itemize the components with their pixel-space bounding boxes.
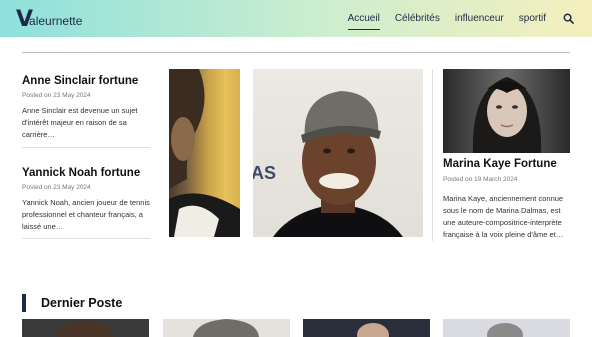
nav-item-celebrites[interactable]: Célébrités: [395, 13, 440, 24]
content-divider: [22, 52, 570, 53]
post-image-marina-kaye[interactable]: [443, 69, 570, 153]
post-card[interactable]: Anne Sinclair fortune Posted on 23 May 2…: [22, 74, 150, 141]
post-date: Posted on 23 May 2024: [22, 184, 91, 191]
thumbnail-illustration: [57, 321, 113, 337]
latest-post-thumbnail[interactable]: [163, 319, 290, 337]
post-excerpt: Anne Sinclair est devenue un sujet d'int…: [22, 106, 138, 139]
post-image-anne-sinclair[interactable]: [169, 69, 240, 237]
post-image-yannick-noah[interactable]: AS: [253, 69, 423, 237]
thumbnail-illustration: [193, 319, 259, 337]
post-card[interactable]: Yannick Noah fortune Posted on 23 May 20…: [22, 166, 150, 233]
featured-post-excerpt: Marina Kaye, anciennement connue sous le…: [443, 194, 564, 239]
backdrop-text: AS: [253, 163, 276, 183]
featured-post[interactable]: Marina Kaye Fortune Posted on 19 March 2…: [443, 158, 573, 241]
post-title[interactable]: Yannick Noah fortune: [22, 166, 150, 180]
portrait-illustration: [472, 77, 542, 153]
column-divider: [432, 69, 433, 241]
nav-item-accueil[interactable]: Accueil: [347, 13, 381, 30]
logo-text: aleurnette: [29, 14, 83, 28]
latest-post-thumbnail[interactable]: [443, 319, 570, 337]
section-title: Dernier Poste: [41, 296, 123, 310]
section-accent-bar: [22, 294, 26, 312]
post-excerpt: Yannick Noah, ancien joueur de tennis pr…: [22, 198, 150, 231]
post-title[interactable]: Anne Sinclair fortune: [22, 74, 150, 88]
featured-post-title[interactable]: Marina Kaye Fortune: [443, 158, 573, 170]
latest-post-thumbnail[interactable]: [22, 319, 149, 337]
site-header: V aleurnette Accueil Célébrités influenc…: [0, 0, 592, 37]
portrait-illustration: AS: [253, 91, 403, 237]
main-nav: Accueil Célébrités influenceur sportif: [333, 0, 574, 37]
latest-post-thumbnail[interactable]: [303, 319, 430, 337]
post-separator: [22, 238, 150, 239]
nav-item-sportif[interactable]: sportif: [519, 13, 546, 24]
post-date: Posted on 23 May 2024: [22, 92, 91, 99]
search-icon[interactable]: [563, 13, 574, 24]
thumbnail-illustration: [357, 323, 389, 337]
post-separator: [22, 147, 150, 148]
featured-post-date: Posted on 19 March 2024: [443, 176, 518, 183]
site-logo[interactable]: V aleurnette: [16, 8, 83, 31]
portrait-illustration: [169, 69, 240, 237]
thumbnail-illustration: [487, 323, 523, 337]
nav-item-influenceur[interactable]: influenceur: [455, 13, 504, 24]
